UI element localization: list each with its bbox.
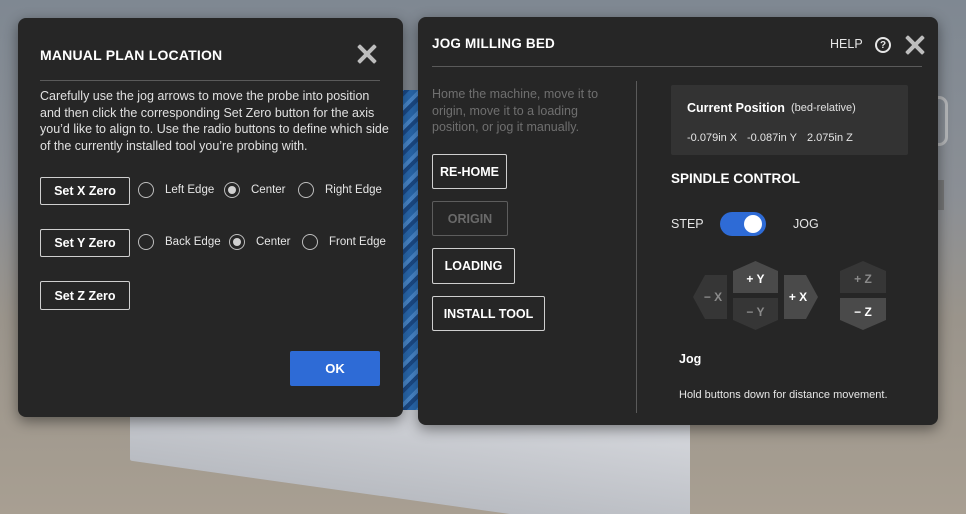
vertical-divider xyxy=(636,81,637,413)
position-z: 2.075in Z xyxy=(807,132,853,144)
y-radio-front-edge[interactable]: Front Edge xyxy=(302,234,386,250)
help-icon[interactable]: ? xyxy=(875,37,891,53)
radio-button-selected[interactable] xyxy=(229,234,245,250)
jog-milling-bed-panel: JOG MILLING BED HELP ? Home the machine,… xyxy=(418,17,938,425)
jog-minus-x-button[interactable]: − X xyxy=(693,275,727,319)
help-link[interactable]: HELP xyxy=(830,37,863,51)
install-tool-button[interactable]: INSTALL TOOL xyxy=(432,296,545,331)
set-y-zero-button[interactable]: Set Y Zero xyxy=(40,229,130,257)
y-radio-back-edge[interactable]: Back Edge xyxy=(138,234,221,250)
jog-section-title: Jog xyxy=(679,352,702,366)
x-radio-center[interactable]: Center xyxy=(224,182,286,198)
jog-minus-y-button[interactable]: − Y xyxy=(733,298,778,330)
divider xyxy=(432,66,922,67)
origin-button[interactable]: ORIGIN xyxy=(432,201,508,236)
set-z-zero-button[interactable]: Set Z Zero xyxy=(40,281,130,310)
divider xyxy=(40,80,380,81)
current-position-qualifier: (bed-relative) xyxy=(791,102,856,114)
jog-plus-x-button[interactable]: + X xyxy=(784,275,818,319)
jog-hint-text: Hold buttons down for distance movement. xyxy=(679,389,888,401)
jog-plus-y-button[interactable]: + Y xyxy=(733,261,778,293)
radio-button-selected[interactable] xyxy=(224,182,240,198)
set-x-zero-button[interactable]: Set X Zero xyxy=(40,177,130,205)
panel-title: JOG MILLING BED xyxy=(432,36,556,51)
instructions-text: Carefully use the jog arrows to move the… xyxy=(40,89,389,153)
step-label: STEP xyxy=(671,217,704,231)
jog-label: JOG xyxy=(793,217,819,231)
close-icon[interactable] xyxy=(356,43,378,65)
loading-button[interactable]: LOADING xyxy=(432,248,515,284)
jog-description: Home the machine, move it to origin, mov… xyxy=(432,87,599,134)
x-radio-left-edge[interactable]: Left Edge xyxy=(138,182,214,198)
x-radio-right-edge[interactable]: Right Edge xyxy=(298,182,382,198)
position-x: -0.079in X xyxy=(687,132,738,144)
dialog-title: MANUAL PLAN LOCATION xyxy=(40,47,223,63)
radio-button[interactable] xyxy=(302,234,318,250)
jog-plus-z-button[interactable]: + Z xyxy=(840,261,886,293)
step-jog-toggle[interactable] xyxy=(720,212,766,236)
y-radio-center[interactable]: Center xyxy=(229,234,291,250)
close-icon[interactable] xyxy=(904,34,926,56)
position-y: -0.087in Y xyxy=(747,132,797,144)
current-position-box: Current Position (bed-relative) -0.079in… xyxy=(671,85,908,155)
jog-minus-z-button[interactable]: − Z xyxy=(840,298,886,330)
radio-button[interactable] xyxy=(138,182,154,198)
manual-plan-location-dialog: MANUAL PLAN LOCATION Carefully use the j… xyxy=(18,18,403,417)
current-position-title: Current Position xyxy=(687,101,785,115)
re-home-button[interactable]: RE-HOME xyxy=(432,154,507,189)
ok-button[interactable]: OK xyxy=(290,351,380,386)
radio-button[interactable] xyxy=(138,234,154,250)
spindle-control-title: SPINDLE CONTROL xyxy=(671,171,801,186)
radio-button[interactable] xyxy=(298,182,314,198)
toggle-knob xyxy=(744,215,762,233)
